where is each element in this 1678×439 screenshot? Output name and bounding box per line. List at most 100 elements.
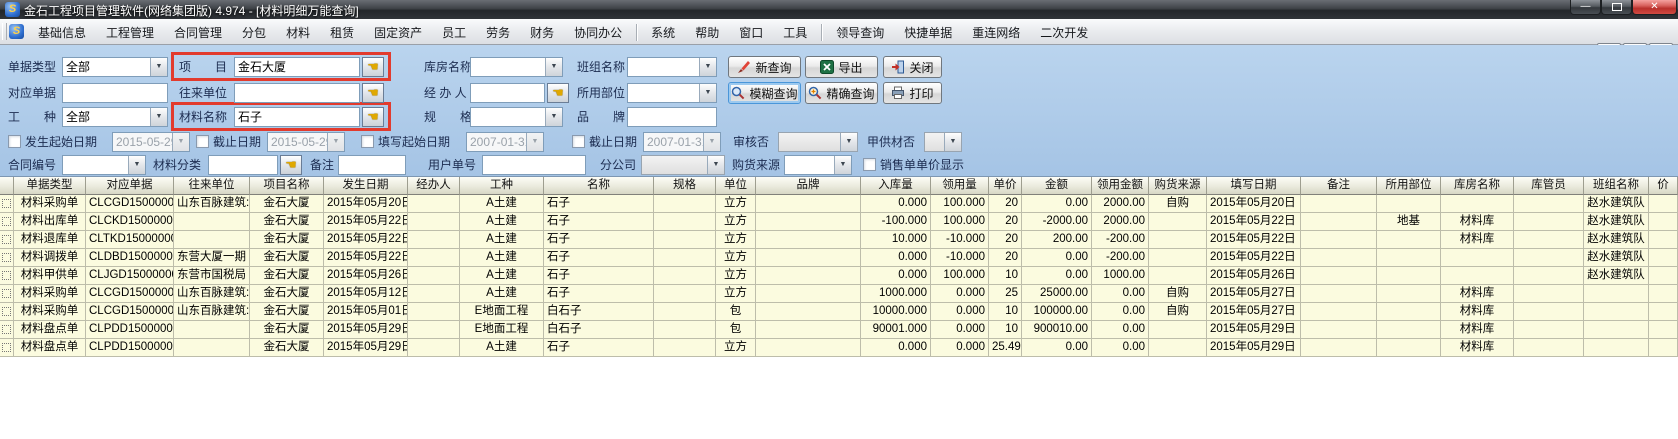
cell[interactable]: 自购	[1149, 195, 1207, 213]
cell[interactable]: 金石大厦	[250, 195, 324, 213]
row-selector[interactable]	[0, 339, 14, 357]
remark-input[interactable]	[338, 155, 406, 175]
cell[interactable]: 0.00	[1092, 339, 1149, 357]
branch-combo[interactable]: ▼	[641, 155, 725, 175]
column-header-1[interactable]: 对应单据	[86, 177, 174, 195]
cell[interactable]: 材料出库单	[14, 213, 86, 231]
cell[interactable]	[756, 249, 861, 267]
cell[interactable]	[1377, 285, 1441, 303]
cell[interactable]	[1514, 231, 1584, 249]
cell[interactable]: 10000.000	[861, 303, 931, 321]
cell[interactable]	[1514, 195, 1584, 213]
cell[interactable]: A土建	[460, 213, 544, 231]
cell[interactable]: 0.000	[861, 339, 931, 357]
cell[interactable]: 自购	[1149, 303, 1207, 321]
cell[interactable]	[1514, 321, 1584, 339]
row-selector[interactable]	[0, 303, 14, 321]
column-header-18[interactable]: 备注	[1301, 177, 1377, 195]
cell[interactable]: 90001.000	[861, 321, 931, 339]
cell[interactable]: 0.000	[861, 249, 931, 267]
cell[interactable]: 2015年05月22日	[1207, 213, 1301, 231]
cell[interactable]	[1649, 285, 1678, 303]
cell[interactable]: 石子	[544, 231, 654, 249]
fill-end-date[interactable]: 2007-01-31▼	[643, 132, 721, 152]
occur-end-date[interactable]: 2015-05-29▼	[267, 132, 345, 152]
cell[interactable]: 材料库	[1441, 231, 1514, 249]
menu-item-分包[interactable]: 分包	[232, 21, 276, 44]
cell[interactable]: A土建	[460, 267, 544, 285]
column-header-16[interactable]: 购货来源	[1149, 177, 1207, 195]
column-header-0[interactable]: 单据类型	[14, 177, 86, 195]
column-header-22[interactable]: 班组名称	[1584, 177, 1649, 195]
menu-item-租赁[interactable]: 租赁	[320, 21, 364, 44]
purchase-source-combo[interactable]: ▼	[784, 155, 852, 175]
cell[interactable]	[1149, 213, 1207, 231]
user-bill-no-input[interactable]	[482, 155, 586, 175]
cell[interactable]: 100.000	[931, 267, 989, 285]
cell[interactable]: 2015年05月26日	[324, 267, 408, 285]
cell[interactable]	[408, 267, 460, 285]
cell[interactable]: A土建	[460, 339, 544, 357]
cell[interactable]	[1149, 231, 1207, 249]
cell[interactable]	[1301, 303, 1377, 321]
cell[interactable]	[408, 321, 460, 339]
table-row[interactable]: 材料采购单CLCGD150000001山东百脉建筑:金石大厦2015年05月20…	[0, 195, 1678, 213]
cell[interactable]	[1584, 339, 1649, 357]
cell[interactable]: 10	[989, 267, 1022, 285]
cell[interactable]	[408, 303, 460, 321]
cell[interactable]: 2015年05月29日	[324, 339, 408, 357]
cell[interactable]: 赵水建筑队	[1584, 195, 1649, 213]
cell[interactable]	[174, 339, 250, 357]
cell[interactable]: CLCGD150000005	[86, 303, 174, 321]
cell[interactable]	[408, 339, 460, 357]
cell[interactable]: 20	[989, 213, 1022, 231]
menu-item-员工[interactable]: 员工	[432, 21, 476, 44]
cell[interactable]: CLJGD150000001	[86, 267, 174, 285]
cell[interactable]: 山东百脉建筑:	[174, 195, 250, 213]
export-button[interactable]: 导出	[805, 56, 878, 78]
menu-item-系统[interactable]: 系统	[641, 21, 685, 44]
cell[interactable]	[756, 195, 861, 213]
occur-start-checkbox[interactable]	[8, 135, 21, 148]
cell[interactable]	[756, 231, 861, 249]
menu-item-二次开发[interactable]: 二次开发	[1030, 21, 1098, 44]
cell[interactable]: 0.00	[1022, 339, 1092, 357]
cell[interactable]	[1301, 213, 1377, 231]
cell[interactable]: 20	[989, 231, 1022, 249]
cell[interactable]	[1149, 339, 1207, 357]
cell[interactable]: 10.000	[861, 231, 931, 249]
cell[interactable]	[1649, 249, 1678, 267]
cell[interactable]: 材料退库单	[14, 231, 86, 249]
cell[interactable]	[174, 231, 250, 249]
ref-bill-input[interactable]	[62, 83, 168, 103]
cell[interactable]	[1377, 339, 1441, 357]
cell[interactable]: 0.00	[1022, 267, 1092, 285]
cell[interactable]: 2015年05月22日	[1207, 249, 1301, 267]
cell[interactable]	[1377, 195, 1441, 213]
cell[interactable]: 0.00	[1092, 321, 1149, 339]
cell[interactable]	[1584, 303, 1649, 321]
material-class-input[interactable]	[208, 155, 278, 175]
cell[interactable]: 赵水建筑队	[1584, 231, 1649, 249]
work-type-combo[interactable]: 全部▼	[62, 107, 168, 127]
cell[interactable]	[1301, 195, 1377, 213]
cell[interactable]	[1514, 267, 1584, 285]
cell[interactable]: CLTKD150000001	[86, 231, 174, 249]
cell[interactable]: 金石大厦	[250, 213, 324, 231]
cell[interactable]	[1649, 267, 1678, 285]
table-row[interactable]: 材料甲供单CLJGD150000001东营市国税局金石大厦2015年05月26日…	[0, 267, 1678, 285]
column-header-4[interactable]: 发生日期	[324, 177, 408, 195]
counterparty-picker-button[interactable]: ☚	[362, 83, 384, 103]
cell[interactable]: -100.000	[861, 213, 931, 231]
cell[interactable]: 白石子	[544, 303, 654, 321]
cell[interactable]	[174, 213, 250, 231]
cell[interactable]: 0.00	[1022, 195, 1092, 213]
cell[interactable]: 自购	[1149, 285, 1207, 303]
cell[interactable]: 材料盘点单	[14, 321, 86, 339]
cell[interactable]: 2015年05月20日	[1207, 195, 1301, 213]
project-picker-button[interactable]: ☚	[362, 57, 384, 77]
cell[interactable]: 2015年05月27日	[1207, 285, 1301, 303]
menu-item-材料[interactable]: 材料	[276, 21, 320, 44]
fill-start-checkbox[interactable]	[361, 135, 374, 148]
cell[interactable]: CLDBD150000001	[86, 249, 174, 267]
